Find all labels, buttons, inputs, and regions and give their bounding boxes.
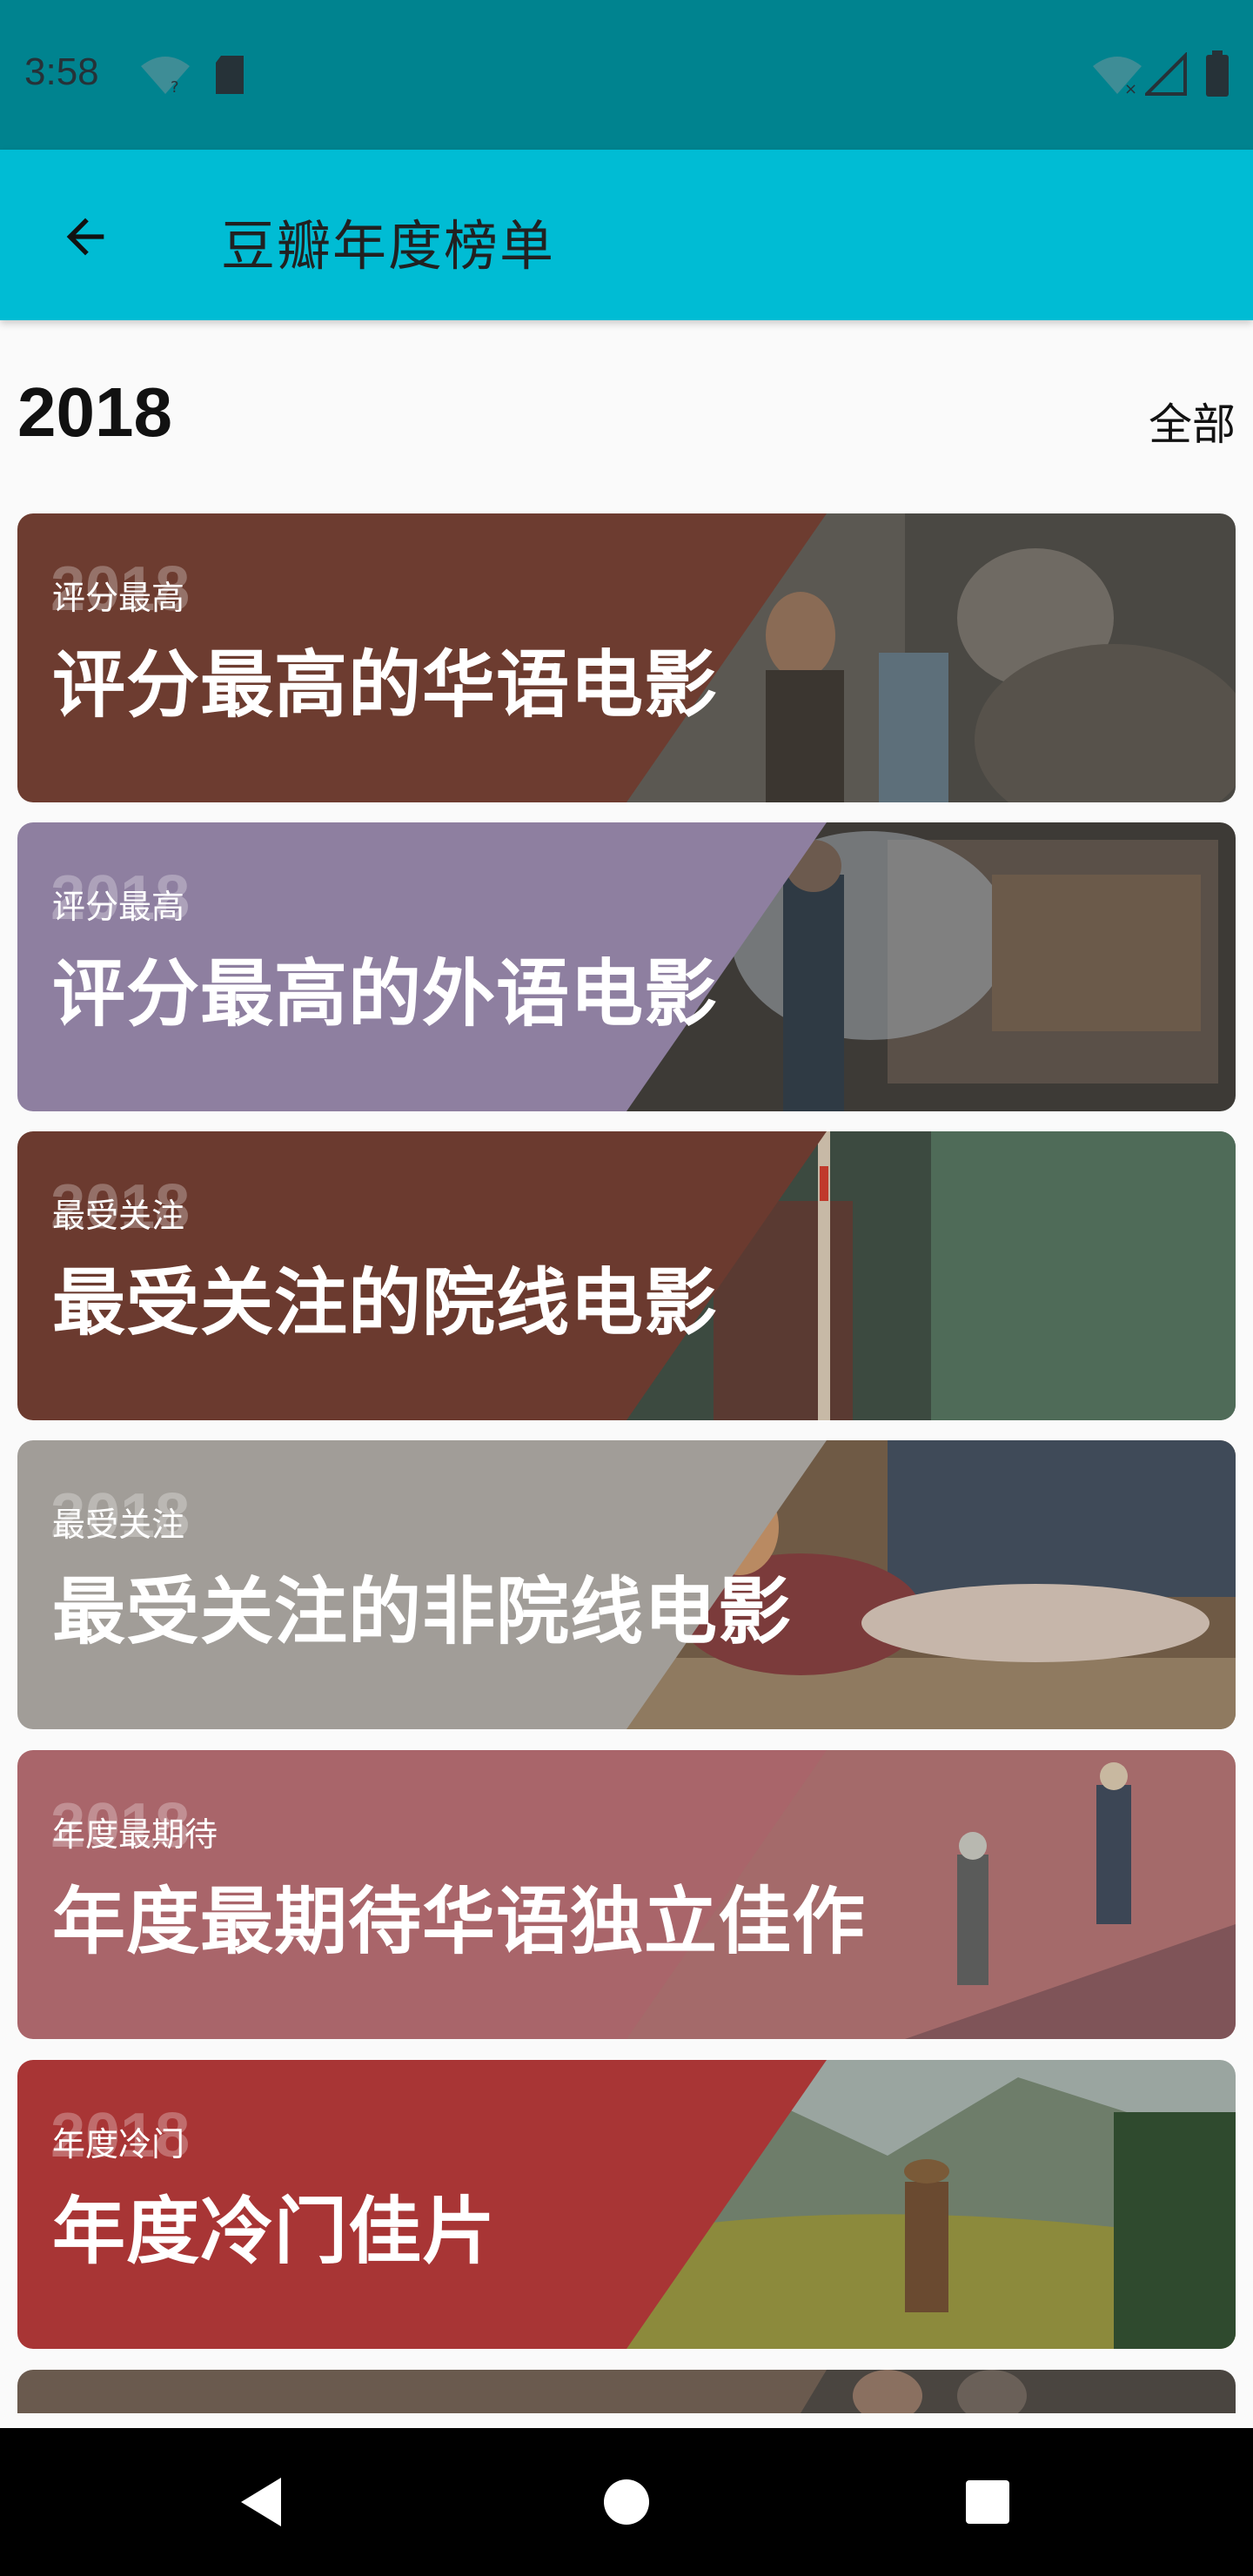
card-subtitle: 评分最高 bbox=[52, 579, 185, 617]
status-bar: 3:58 ? × bbox=[0, 0, 1253, 150]
chart-card-top-rated-chinese[interactable]: 2018 评分最高 评分最高的华语电影 bbox=[17, 513, 1236, 802]
nav-home-button[interactable] bbox=[587, 2463, 666, 2541]
status-time: 3:58 bbox=[24, 50, 99, 93]
card-title: 评分最高的外语电影 bbox=[52, 951, 719, 1036]
card-title: 年度冷门佳片 bbox=[52, 2189, 497, 2274]
battery-icon bbox=[1206, 50, 1229, 97]
card-subtitle: 年度冷门 bbox=[52, 2125, 185, 2163]
circle-home-icon bbox=[604, 2479, 649, 2525]
wifi-off-icon: × bbox=[1093, 57, 1142, 97]
chart-card-top-rated-foreign[interactable]: 2018 评分最高 评分最高的外语电影 bbox=[17, 822, 1236, 1111]
back-button[interactable] bbox=[49, 200, 122, 273]
all-link[interactable]: 全部 bbox=[1149, 390, 1236, 453]
svg-text:?: ? bbox=[171, 78, 179, 97]
chart-card-most-popular-theatrical[interactable]: 2018 最受关注 最受关注的院线电影 bbox=[17, 1131, 1236, 1420]
nav-recents-button[interactable] bbox=[948, 2463, 1027, 2541]
svg-text:×: × bbox=[1124, 80, 1137, 97]
triangle-back-icon bbox=[241, 2478, 281, 2526]
chart-card-partial[interactable] bbox=[17, 2370, 1236, 2413]
card-subtitle: 评分最高 bbox=[52, 888, 185, 926]
nav-back-button[interactable] bbox=[223, 2463, 301, 2541]
chart-card-most-popular-non-theatrical[interactable]: 2018 最受关注 最受关注的非院线电影 bbox=[17, 1440, 1236, 1729]
card-title: 评分最高的华语电影 bbox=[52, 642, 719, 728]
signal-icon bbox=[1145, 52, 1187, 96]
page-title: 豆瓣年度榜单 bbox=[221, 214, 556, 278]
card-subtitle: 年度最期待 bbox=[52, 1815, 218, 1854]
app-bar: 豆瓣年度榜单 bbox=[0, 150, 1253, 320]
chart-card-most-anticipated-indie[interactable]: 2018 年度最期待 年度最期待华语独立佳作 bbox=[17, 1750, 1236, 2039]
arrow-back-icon bbox=[66, 218, 104, 256]
chart-card-underrated[interactable]: 2018 年度冷门 年度冷门佳片 bbox=[17, 2060, 1236, 2349]
sd-card-icon bbox=[216, 56, 244, 94]
year-heading: 2018 bbox=[17, 373, 172, 451]
card-title: 年度最期待华语独立佳作 bbox=[52, 1879, 867, 1964]
card-subtitle: 最受关注 bbox=[52, 1506, 185, 1544]
square-recents-icon bbox=[966, 2480, 1009, 2524]
navigation-bar bbox=[0, 2428, 1253, 2576]
card-title: 最受关注的非院线电影 bbox=[52, 1569, 793, 1654]
card-title: 最受关注的院线电影 bbox=[52, 1260, 719, 1345]
wifi-question-icon: ? bbox=[141, 57, 190, 97]
card-subtitle: 最受关注 bbox=[52, 1197, 185, 1235]
